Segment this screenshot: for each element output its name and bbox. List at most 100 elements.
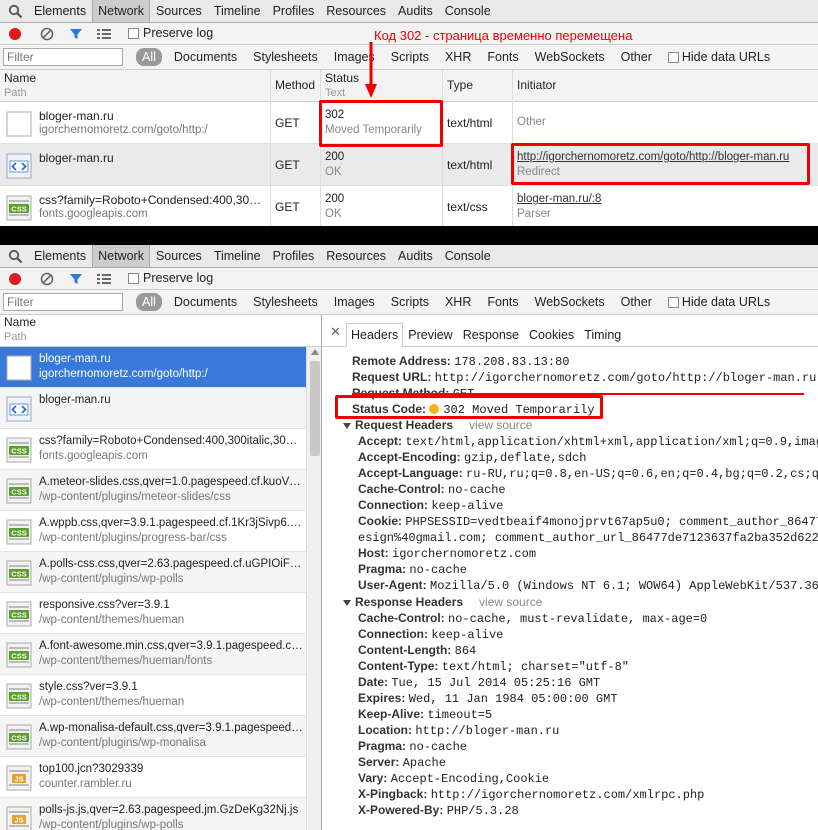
tab-audits[interactable]: Audits [392, 245, 439, 267]
expand-triangle-icon[interactable] [343, 599, 351, 606]
col-initiator[interactable]: Initiator [512, 71, 818, 101]
tab-profiles[interactable]: Profiles [267, 0, 321, 22]
header-value: keep-alive [431, 499, 504, 513]
view-source-link[interactable]: view source [479, 595, 542, 609]
list-item[interactable]: CSS A.wp-monalisa-default.css,qver=3.9.1.… [0, 716, 306, 757]
list-item[interactable]: bloger-man.ru [0, 388, 306, 429]
tab-profiles[interactable]: Profiles [267, 245, 321, 267]
type-filter-websockets[interactable]: WebSockets [527, 48, 613, 66]
row-status-text: OK [325, 208, 342, 220]
request-headers-section[interactable]: Request Headers view source [323, 417, 818, 433]
type-filter-scripts[interactable]: Scripts [383, 293, 437, 311]
list-item[interactable]: JS top100.jcn?3029339 counter.rambler.ru [0, 757, 306, 798]
details-tab-cookies[interactable]: Cookies [524, 323, 579, 347]
type-filter-documents[interactable]: Documents [166, 48, 245, 66]
col-name[interactable]: Name Path [0, 71, 270, 101]
hide-data-urls-checkbox[interactable] [667, 51, 679, 63]
view-source-link[interactable]: view source [469, 418, 532, 432]
type-filter-other[interactable]: Other [613, 293, 660, 311]
tab-console[interactable]: Console [439, 245, 497, 267]
filter-input[interactable] [3, 293, 123, 311]
details-tab-timing[interactable]: Timing [579, 323, 626, 347]
expand-triangle-icon[interactable] [343, 422, 351, 429]
details-tab-response[interactable]: Response [458, 323, 524, 347]
scrollbar-thumb[interactable] [310, 361, 320, 456]
list-item-name: polls-js.js,qver=2.63.pagespeed.jm.GzDeK… [39, 804, 299, 816]
type-filter-xhr[interactable]: XHR [437, 48, 479, 66]
type-filter-fonts[interactable]: Fonts [479, 48, 526, 66]
tab-elements[interactable]: Elements [28, 0, 92, 22]
col-status[interactable]: Status Text [320, 71, 442, 101]
hide-data-urls-checkbox[interactable] [667, 296, 679, 308]
type-filter-images[interactable]: Images [326, 293, 383, 311]
tab-sources[interactable]: Sources [150, 0, 208, 22]
tab-sources[interactable]: Sources [150, 245, 208, 267]
response-header-line: Vary: Accept-Encoding,Cookie [323, 770, 818, 786]
list-item[interactable]: bloger-man.ru igorchernomoretz.com/goto/h… [0, 347, 306, 388]
preserve-log-checkbox[interactable] [128, 28, 139, 39]
table-row[interactable]: bloger-man.ru GET 200 OK text/html http:… [0, 144, 818, 186]
tab-audits[interactable]: Audits [392, 0, 439, 22]
list-scrollbar[interactable] [306, 347, 321, 830]
clear-icon[interactable] [40, 27, 54, 41]
filter-icon[interactable] [69, 27, 83, 41]
col-type[interactable]: Type [442, 71, 512, 101]
type-filter-all[interactable]: All [136, 48, 162, 66]
list-view-icon[interactable] [96, 272, 112, 286]
type-filter-xhr[interactable]: XHR [437, 293, 479, 311]
tab-console[interactable]: Console [439, 0, 497, 22]
col-method[interactable]: Method [270, 71, 320, 101]
type-filter-scripts[interactable]: Scripts [383, 48, 437, 66]
type-filter-other[interactable]: Other [613, 48, 660, 66]
response-header-line: Cache-Control: no-cache, must-revalidate… [323, 610, 818, 626]
search-icon[interactable] [8, 249, 23, 264]
scroll-up-icon[interactable] [311, 349, 319, 355]
tab-resources[interactable]: Resources [320, 245, 392, 267]
row-initiator-link[interactable]: bloger-man.ru/:8 [517, 193, 601, 205]
type-filter-stylesheets[interactable]: Stylesheets [245, 48, 326, 66]
response-headers-section[interactable]: Response Headers view source [323, 594, 818, 610]
list-header[interactable]: Name Path [0, 315, 321, 347]
preserve-log-checkbox[interactable] [128, 273, 139, 284]
section-title: Response Headers [355, 595, 464, 609]
record-icon[interactable] [9, 273, 21, 285]
list-item[interactable]: CSS A.polls-css.css,qver=2.63.pagespeed.c… [0, 552, 306, 593]
type-filter-fonts[interactable]: Fonts [479, 293, 526, 311]
list-item[interactable]: CSS A.wppb.css,qver=3.9.1.pagespeed.cf.1K… [0, 511, 306, 552]
record-icon[interactable] [9, 28, 21, 40]
response-header-line: Expires: Wed, 11 Jan 1984 05:00:00 GMT [323, 690, 818, 706]
table-row[interactable]: bloger-man.ru igorchernomoretz.com/goto/… [0, 102, 818, 144]
tab-timeline[interactable]: Timeline [208, 245, 267, 267]
clear-icon[interactable] [40, 272, 54, 286]
list-item[interactable]: CSS css?family=Roboto+Condensed:400,300it… [0, 429, 306, 470]
filter-icon[interactable] [69, 272, 83, 286]
type-filter-all[interactable]: All [136, 293, 162, 311]
list-item[interactable]: CSS A.font-awesome.min.css,qver=3.9.1.pag… [0, 634, 306, 675]
list-item-name: A.polls-css.css,qver=2.63.pagespeed.cf.u… [39, 558, 303, 570]
list-item-path: igorchernomoretz.com/goto/http:/ [39, 368, 208, 380]
row-initiator-link[interactable]: http://igorchernomoretz.com/goto/http://… [517, 151, 789, 163]
details-tab-preview[interactable]: Preview [403, 323, 457, 347]
list-item[interactable]: JS polls-js.js,qver=2.63.pagespeed.jm.GzD… [0, 798, 306, 830]
list-item-path: /wp-content/themes/hueman/fonts [39, 655, 213, 667]
tab-network[interactable]: Network [92, 0, 150, 22]
filter-input[interactable] [3, 48, 123, 66]
tab-timeline[interactable]: Timeline [208, 0, 267, 22]
header-value: gzip,deflate,sdch [464, 451, 587, 465]
type-filter-websockets[interactable]: WebSockets [527, 293, 613, 311]
type-filter-documents[interactable]: Documents [166, 293, 245, 311]
list-item[interactable]: CSS A.meteor-slides.css,qver=1.0.pagespee… [0, 470, 306, 511]
list-item[interactable]: CSS style.css?ver=3.9.1/wp-content/themes… [0, 675, 306, 716]
list-view-icon[interactable] [96, 27, 112, 41]
header-key: Accept: [358, 434, 403, 448]
tab-elements[interactable]: Elements [28, 245, 92, 267]
list-item[interactable]: CSS responsive.css?ver=3.9.1/wp-content/t… [0, 593, 306, 634]
tab-network[interactable]: Network [92, 245, 150, 267]
details-tab-headers[interactable]: Headers [346, 323, 404, 347]
close-icon[interactable]: ✕ [330, 324, 341, 340]
search-icon[interactable] [8, 4, 23, 19]
table-row[interactable]: CSS css?family=Roboto+Condensed:400,300i… [0, 186, 818, 226]
type-filter-stylesheets[interactable]: Stylesheets [245, 293, 326, 311]
tab-resources[interactable]: Resources [320, 0, 392, 22]
header-key: Vary: [358, 771, 388, 785]
